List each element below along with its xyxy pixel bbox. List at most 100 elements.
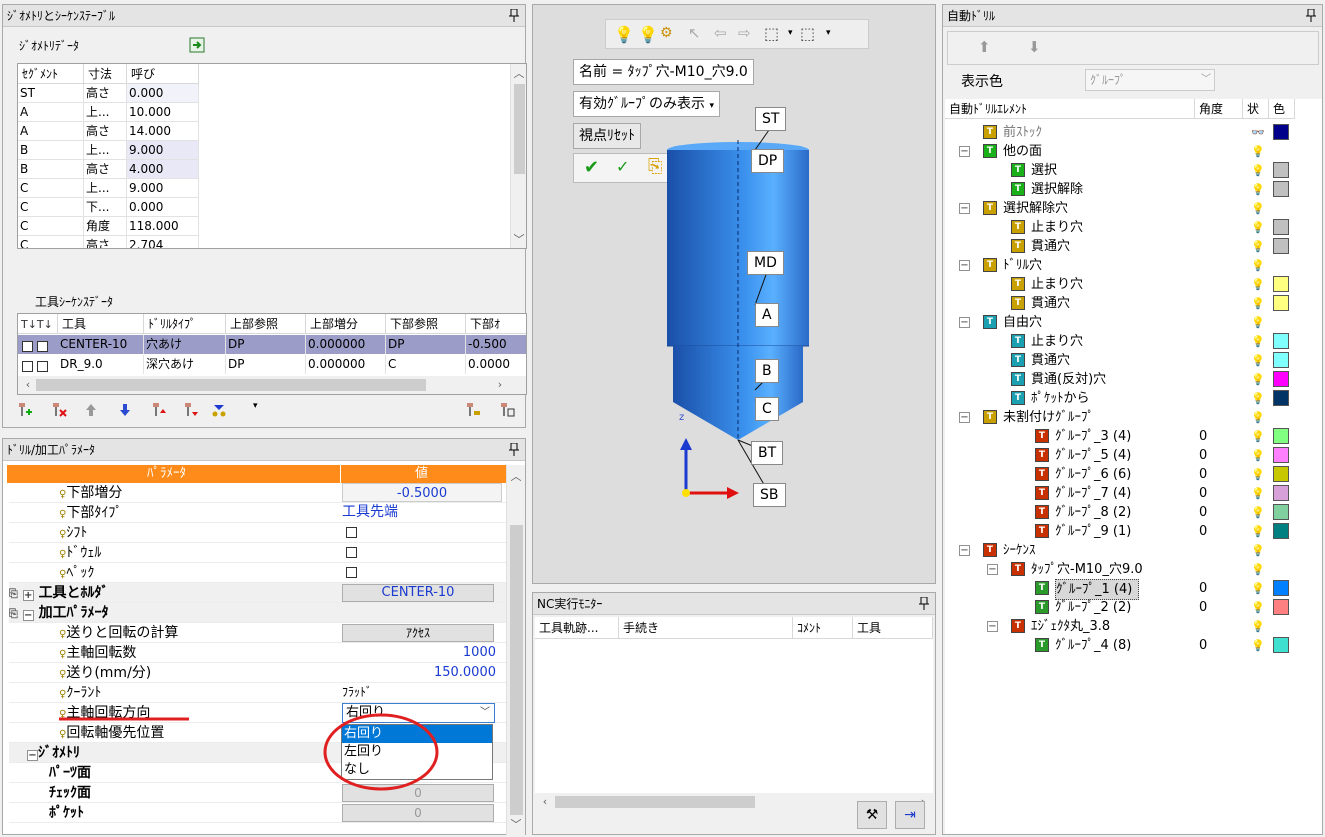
bulb-icon[interactable]: 💡 [1251, 541, 1265, 560]
bulb-multi-icon[interactable]: ⚙ [660, 25, 673, 41]
cube-select-icon[interactable]: ⬚ [800, 24, 815, 43]
tree-item[interactable]: T ｸﾞﾙｰﾌﾟ_2 (2) 0 💡 [945, 598, 1293, 617]
move-down-icon[interactable]: ⬇ [1028, 38, 1041, 56]
row-checkboxes[interactable] [22, 357, 56, 376]
bulb-icon[interactable]: 💡 [1251, 237, 1265, 256]
table-row[interactable]: B 上... 9.000 [18, 141, 508, 160]
tool-row[interactable]: CENTER-10 穴あけ DP 0.000000 DP -0.500 [18, 335, 526, 356]
bulb-icon[interactable]: 💡 [1251, 199, 1265, 218]
tree-item[interactable]: T 止まり穴 💡 [945, 218, 1293, 237]
scroll-thumb[interactable] [514, 84, 525, 174]
tool-up-icon[interactable] [151, 402, 167, 418]
table-row[interactable]: C 高さ 2.704 [18, 236, 508, 248]
table-row[interactable]: C 下... 0.000 [18, 198, 508, 217]
bulb-icon[interactable]: 💡 [1251, 370, 1265, 389]
tree-expander[interactable]: − [959, 317, 970, 328]
tree-item[interactable]: T ｸﾞﾙｰﾌﾟ_3 (4) 0 💡 [945, 427, 1293, 446]
color-swatch[interactable] [1273, 333, 1289, 349]
checkbox[interactable] [36, 341, 48, 352]
chevron-down-icon[interactable]: ▾ [826, 28, 831, 38]
param-checkbox[interactable] [342, 523, 502, 542]
tree-expander[interactable]: − [959, 146, 970, 157]
column-header[interactable]: 自動ﾄﾞﾘﾙｴﾚﾒﾝﾄ [945, 99, 1195, 119]
nc-exit-button[interactable]: ⇥ [895, 801, 925, 829]
geometry-table-scrollbar[interactable]: ︿ ﹀ [510, 64, 526, 248]
column-header[interactable]: 色 [1269, 99, 1295, 119]
chevron-down-icon[interactable]: ▾ [253, 401, 258, 411]
param-checkbox[interactable] [342, 543, 502, 562]
glasses-icon[interactable]: 👓 [1251, 123, 1265, 142]
tree-item[interactable]: T ﾎﾟｹｯﾄから 💡 [945, 389, 1293, 408]
tool-holder-icon[interactable] [465, 402, 481, 418]
scroll-down-icon[interactable]: ﹀ [508, 819, 524, 831]
bulb-on-icon[interactable]: 💡 [638, 25, 658, 44]
tree-item[interactable]: T 止まり穴 💡 [945, 332, 1293, 351]
column-header[interactable]: 状 [1243, 99, 1269, 119]
table-row[interactable]: C 上... 9.000 [18, 179, 508, 198]
pin-icon[interactable] [509, 9, 519, 22]
tree-item[interactable]: T ｸﾞﾙｰﾌﾟ_4 (8) 0 💡 [945, 636, 1293, 655]
tree-item[interactable]: T 止まり穴 💡 [945, 275, 1293, 294]
bulb-icon[interactable]: 💡 [1251, 332, 1265, 351]
tree-item[interactable]: T 選択 💡 [945, 161, 1293, 180]
bulb-icon[interactable]: 💡 [1251, 446, 1265, 465]
table-row[interactable]: A 高さ 14.000 [18, 122, 508, 141]
tree-item[interactable]: − T ﾀｯﾌﾟ穴-M10_穴9.0 💡 [945, 560, 1293, 579]
checkbox[interactable] [22, 361, 33, 372]
cube-icon[interactable]: ⬚ [764, 24, 779, 43]
tree-expander[interactable]: − [959, 203, 970, 214]
bulb-icon[interactable]: 💡 [1251, 427, 1265, 446]
move-up-icon[interactable]: ⬆ [978, 38, 991, 56]
scroll-up-icon[interactable]: ︿ [511, 68, 526, 80]
tree-expander[interactable]: − [959, 260, 970, 271]
dropdown-option[interactable]: 右回り [342, 725, 492, 743]
column-header[interactable]: 手続き [619, 617, 793, 639]
scroll-thumb[interactable] [36, 379, 426, 391]
bulb-icon[interactable]: 💡 [1251, 522, 1265, 541]
color-swatch[interactable] [1273, 276, 1289, 292]
color-swatch[interactable] [1273, 219, 1289, 235]
check-icon[interactable]: ✔ [584, 157, 599, 178]
dropdown-option[interactable]: 左回り [342, 743, 492, 761]
table-row[interactable]: A 上... 10.000 [18, 103, 508, 122]
tree-item[interactable]: − T ｴｼﾞｪｸﾀ丸_3.8 💡 [945, 617, 1293, 636]
checkbox[interactable] [22, 341, 33, 352]
group-tool-holder[interactable]: ⎘ + 工具とﾎﾙﾀﾞ CENTER-10 [9, 583, 507, 603]
color-swatch[interactable] [1273, 447, 1289, 463]
row-checkboxes[interactable] [22, 337, 56, 356]
column-header[interactable]: ｾｸﾞﾒﾝﾄ [18, 64, 84, 84]
check-face-button[interactable]: 0 [342, 784, 494, 802]
add-tool-icon[interactable] [17, 402, 33, 418]
column-header[interactable]: 角度 [1195, 99, 1243, 119]
tool-holder-button[interactable]: CENTER-10 [342, 584, 494, 602]
param-checkbox[interactable] [342, 563, 502, 582]
column-header[interactable]: 下部参照 [386, 314, 466, 334]
tree-item[interactable]: T 貫通穴 💡 [945, 237, 1293, 256]
color-swatch[interactable] [1273, 504, 1289, 520]
bulb-icon[interactable]: 💡 [1251, 503, 1265, 522]
bulb-icon[interactable]: 💡 [1251, 408, 1265, 427]
scroll-thumb[interactable] [555, 796, 755, 808]
coolant-value[interactable]: ﾌﾗｯﾄﾞ [342, 683, 502, 702]
color-swatch[interactable] [1273, 637, 1289, 653]
column-header[interactable]: 工具 [853, 617, 933, 639]
color-swatch[interactable] [1273, 428, 1289, 444]
move-up-icon[interactable] [83, 402, 99, 418]
scroll-up-icon[interactable]: ︿ [508, 471, 524, 483]
group-machining[interactable]: ⎘ − 加工ﾊﾟﾗﾒｰﾀ [9, 603, 507, 623]
params-scrollbar[interactable]: ︿ ﹀ [506, 465, 525, 835]
sort-column[interactable]: T↓T↓ [18, 314, 58, 334]
tree-expander[interactable]: − [987, 621, 998, 632]
tree-item[interactable]: − T 他の面 💡 [945, 142, 1293, 161]
dropdown-option[interactable]: なし [342, 761, 492, 779]
bulb-icon[interactable]: 💡 [1251, 465, 1265, 484]
bulb-off-icon[interactable]: 💡 [614, 25, 634, 44]
scroll-thumb[interactable] [510, 525, 523, 815]
pin-icon[interactable] [509, 443, 519, 456]
bulb-icon[interactable]: 💡 [1251, 294, 1265, 313]
pin-icon[interactable] [1306, 9, 1316, 22]
back-icon[interactable]: ⇦ [714, 24, 727, 42]
chevron-down-icon[interactable]: ▾ [788, 28, 793, 38]
tree-item[interactable]: T ｸﾞﾙｰﾌﾟ_7 (4) 0 💡 [945, 484, 1293, 503]
column-header[interactable]: 下部ｵ [466, 314, 526, 334]
